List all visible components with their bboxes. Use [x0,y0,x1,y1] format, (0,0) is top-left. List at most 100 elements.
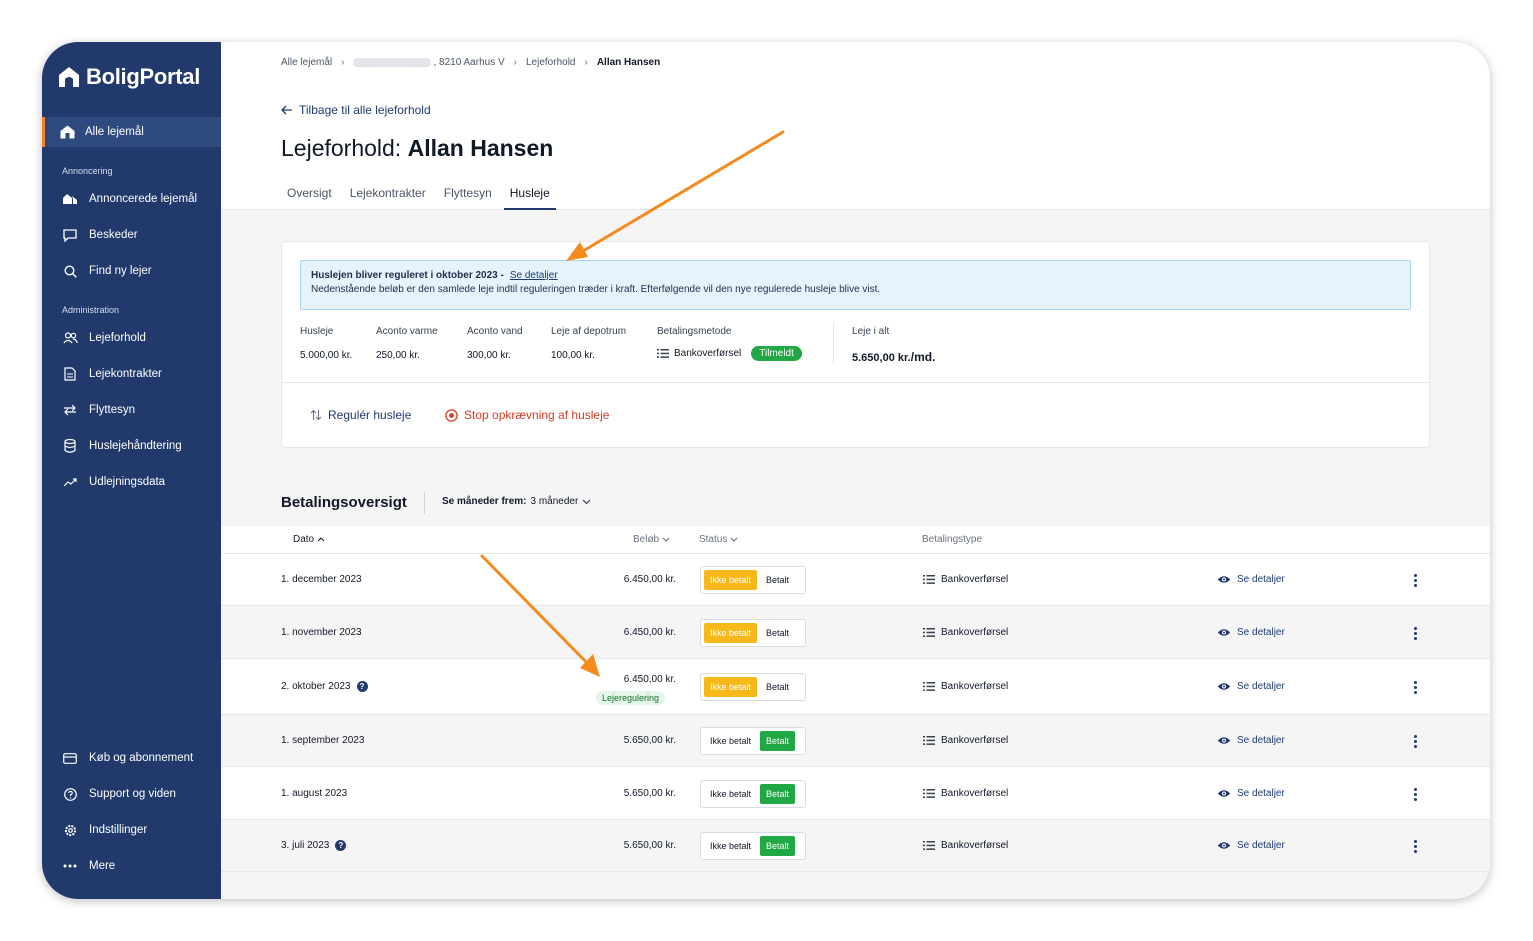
status-unpaid-option[interactable]: Ikke betalt [704,622,758,643]
breadcrumb-item-address[interactable]: , 8210 Aarhus V [433,57,504,68]
status-unpaid-option[interactable]: Ikke betalt [704,731,757,751]
sidebar-section-annoncering: Annoncering [62,166,113,176]
see-details-link[interactable]: Se detaljer [1217,681,1285,692]
see-details-link[interactable]: Se detaljer [1217,735,1285,746]
sidebar-item-mere[interactable]: Mere [42,851,221,881]
payment-amount: 6.450,00 kr. [623,574,676,585]
more-horizontal-icon [62,858,78,874]
list-icon [923,682,935,691]
payment-status-toggle: Ikke betalt Betalt [700,673,806,701]
rent-label: Betalingsmetode [657,326,732,337]
months-ahead-label: Se måneder frem: [442,496,527,507]
sidebar-item-flyttesyn[interactable]: Flyttesyn [42,395,221,425]
tab-husleje[interactable]: Husleje [503,182,556,210]
sidebar-item-huslejehaandtering[interactable]: Huslejehåndtering [42,431,221,461]
question-icon[interactable]: ? [335,840,347,851]
back-link[interactable]: Tilbage til alle lejeforhold [281,103,431,117]
sidebar-item-support-og-viden[interactable]: Support og viden [42,779,221,809]
table-row: 1. december 2023 6.450,00 kr. Ikke betalt B… [221,554,1490,606]
more-vertical-icon[interactable] [1413,735,1417,748]
status-unpaid-option[interactable]: Ikke betalt [704,677,758,697]
breadcrumb-item-lejeforhold[interactable]: Lejeforhold [526,57,575,68]
sidebar-item-alle-lejemaal[interactable]: Alle lejemål [42,117,221,147]
breadcrumb: Alle lejemål › , 8210 Aarhus V › Lejefor… [281,57,660,68]
notice-details-link[interactable]: Se detaljer [510,270,558,281]
more-vertical-icon[interactable] [1413,681,1417,694]
chevron-right-icon: › [584,57,588,68]
rent-label: Aconto varme [376,326,438,337]
status-paid-option[interactable]: Betalt [760,623,795,643]
payment-status-toggle: Ikke betalt Betalt [700,618,806,647]
status-paid-option[interactable]: Betalt [760,677,795,697]
brand-name: BoligPortal [86,64,201,89]
sidebar-item-lejeforhold[interactable]: Lejeforhold [42,323,221,353]
column-header-amount[interactable]: Beløb [633,534,670,545]
see-details-link[interactable]: Se detaljer [1217,627,1285,638]
payment-date: 1. december 2023 [281,574,362,585]
brand-logo[interactable]: BoligPortal [58,64,200,90]
sidebar-item-beskeder[interactable]: Beskeder [42,220,221,250]
sidebar-item-label: Mere [89,860,116,872]
sidebar-item-label: Beskeder [89,229,138,241]
rent-total: Leje i alt 5.650,00 kr./md. [852,326,935,364]
payment-type-cell: Bankoverførsel [923,574,1008,585]
sidebar-item-koeb-og-abonnement[interactable]: Køb og abonnement [42,743,221,773]
list-icon [923,788,935,798]
rent-value: 300,00 kr. [467,350,511,361]
payment-amount-cell: 5.650,00 kr. [601,788,676,799]
stop-charging-button[interactable]: Stop opkrævning af husleje [445,408,609,422]
breadcrumb-item-alle-lejemaal[interactable]: Alle lejemål [281,57,332,68]
notice-body: Nedenstående beløb er den samlede leje i… [311,284,881,295]
status-paid-option[interactable]: Betalt [760,570,795,590]
sidebar-item-label: Lejeforhold [89,332,146,344]
see-details-link[interactable]: Se detaljer [1217,788,1285,799]
rent-value: 250,00 kr. [376,350,420,361]
tilmeldt-badge: Tilmeldt [751,346,802,361]
payment-type-cell: Bankoverførsel [923,788,1008,799]
payment-type: Bankoverførsel [941,626,1009,638]
payment-amount: 6.450,00 kr. [623,674,676,685]
payment-status-toggle: Ikke betalt Betalt [700,779,806,808]
status-paid-option[interactable]: Betalt [760,836,796,856]
status-unpaid-option[interactable]: Ikke betalt [704,570,758,590]
status-paid-option[interactable]: Betalt [760,783,796,804]
rent-aconto-varme: Aconto varme 250,00 kr. [376,326,438,361]
tab-bar: Oversigt Lejekontrakter Flyttesyn Huslej… [281,182,562,210]
app-window: BoligPortal Alle lejemål Annoncering Ann… [42,42,1490,899]
tab-oversigt[interactable]: Oversigt [281,182,338,210]
more-vertical-icon[interactable] [1413,840,1417,853]
eye-icon [1217,683,1231,690]
column-header-date-label: Dato [293,534,315,545]
see-details-link[interactable]: Se detaljer [1217,840,1285,851]
tab-lejekontrakter[interactable]: Lejekontrakter [344,182,432,210]
sidebar-item-find-ny-lejer[interactable]: Find ny lejer [42,256,221,286]
house-logo-icon [59,67,79,87]
months-ahead-dropdown[interactable]: Se måneder frem: 3 måneder [442,496,591,507]
status-unpaid-option[interactable]: Ikke betalt [704,836,757,856]
see-details-link[interactable]: Se detaljer [1217,574,1285,585]
more-vertical-icon[interactable] [1413,787,1417,801]
payment-type-cell: Bankoverførsel [923,840,1008,851]
status-paid-option[interactable]: Betalt [760,731,796,751]
sort-arrows-icon [310,409,322,421]
sidebar-item-label: Find ny lejer [89,265,152,277]
see-details-label: Se detaljer [1237,735,1285,746]
adjust-rent-button[interactable]: Regulér husleje [310,408,411,422]
sidebar-item-annoncerede-lejemaal[interactable]: Annoncerede lejemål [42,184,221,214]
payment-type-cell: Bankoverførsel [923,735,1008,746]
column-header-status[interactable]: Status [699,534,738,545]
rent-value: 5.000,00 kr. [300,350,353,361]
sidebar-item-lejekontrakter[interactable]: Lejekontrakter [42,359,221,389]
sidebar-item-label: Support og viden [89,788,176,800]
column-header-date[interactable]: Dato [293,534,325,545]
question-icon[interactable]: ? [356,681,368,692]
status-unpaid-option[interactable]: Ikke betalt [704,784,757,804]
tab-flyttesyn[interactable]: Flyttesyn [438,182,498,210]
message-icon [62,227,78,243]
more-vertical-icon[interactable] [1413,574,1417,587]
users-icon [62,330,78,346]
more-vertical-icon[interactable] [1413,626,1417,640]
swap-arrows-icon [62,402,78,418]
sidebar-item-udlejningsdata[interactable]: Udlejningsdata [42,467,221,497]
sidebar-item-indstillinger[interactable]: Indstillinger [42,815,221,845]
